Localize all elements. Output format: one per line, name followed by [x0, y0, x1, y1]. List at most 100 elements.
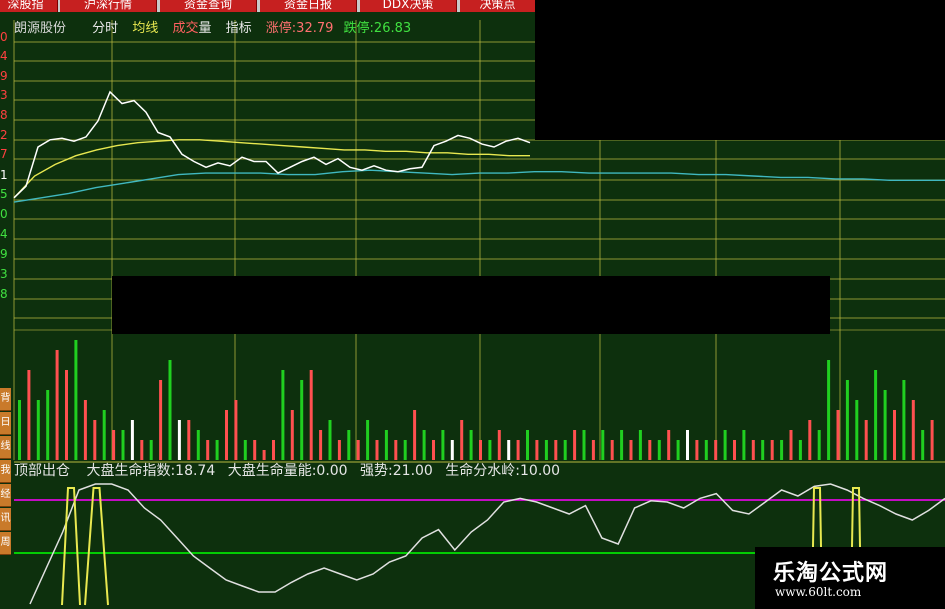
volume-bar-89: [855, 400, 859, 460]
watermark-url: www.60lt.com: [775, 585, 862, 599]
volume-bar-76: [733, 440, 736, 460]
volume-bar-41: [403, 440, 407, 460]
volume-bar-10: [112, 430, 116, 460]
tab-ddx-decision[interactable]: DDX决策: [360, 0, 457, 12]
volume-bar-58: [563, 440, 567, 460]
volume-bar-94: [902, 380, 906, 460]
side-button-2[interactable]: 线: [0, 436, 11, 459]
volume-bar-14: [149, 440, 153, 460]
volume-bar-17: [177, 420, 181, 460]
volume-bar-42: [413, 410, 417, 460]
volume-bar-69: [667, 430, 671, 460]
volume-bar-30: [300, 380, 304, 460]
volume-bar-47: [460, 420, 464, 460]
chart-window: 深股指 沪深行情 资金查询 资金日报 DDX决策 决策点 朗源股份 分时 均线 …: [0, 0, 945, 609]
volume-bar-87: [836, 410, 840, 460]
volume-bar-91: [874, 370, 878, 460]
indicator-header: 顶部出仓 大盘生命指数:18.74 大盘生命量能:0.00 强势:21.00 生…: [14, 462, 568, 480]
volume-bar-57: [554, 440, 558, 460]
volume-bar-32: [319, 430, 323, 460]
watershed-value: 生命分水岭:10.00: [445, 463, 561, 479]
top-signal-spike-0: [61, 487, 81, 606]
price-axis-label-1: 4: [0, 49, 8, 63]
volume-bar-35: [347, 430, 351, 460]
volume-bar-79: [761, 440, 765, 460]
volume-bar-46: [450, 440, 454, 460]
volume-bar-96: [921, 430, 925, 460]
side-button-6[interactable]: 周: [0, 532, 11, 555]
volume-bar-6: [74, 340, 78, 460]
volume-bar-64: [620, 430, 624, 460]
volume-bar-93: [893, 410, 896, 460]
indicator-label[interactable]: 指标: [226, 21, 252, 36]
volume-bar-29: [290, 410, 294, 460]
top-tab-bar: 深股指 沪深行情 资金查询 资金日报 DDX决策 决策点: [0, 0, 535, 12]
volume-bar-13: [140, 440, 144, 460]
tab-funds-daily[interactable]: 资金日报: [260, 0, 357, 12]
volume-bar-20: [206, 440, 210, 460]
volume-bar-26: [262, 450, 266, 460]
volume-bar-78: [751, 440, 755, 460]
tab-market[interactable]: 沪深行情: [60, 0, 157, 12]
volume-bar-80: [770, 440, 774, 460]
side-button-3[interactable]: 我: [0, 460, 11, 483]
price-axis-label-0: 0: [0, 30, 8, 44]
volume-bar-21: [215, 440, 219, 460]
volume-bar-66: [638, 430, 642, 460]
tab-decision-point[interactable]: 决策点: [460, 0, 535, 12]
chart-header: 朗源股份 分时 均线 成交量 指标 涨停:32.79 跌停:26.83: [14, 19, 421, 39]
volume-bar-74: [714, 440, 718, 460]
redacted-block-middle: [112, 276, 830, 334]
side-button-0[interactable]: 背: [0, 388, 11, 411]
volume-bar-70: [676, 440, 680, 460]
top-signal-spike-1: [84, 487, 109, 606]
average-line-label[interactable]: 均线: [132, 21, 158, 36]
volume-label-part1: 成交: [172, 21, 199, 36]
indicator-name: 顶部出仓: [14, 463, 70, 479]
volume-bar-31: [309, 370, 313, 460]
volume-bar-48: [469, 430, 473, 460]
volume-bar-95: [911, 400, 915, 460]
volume-bar-36: [356, 440, 360, 460]
volume-bar-25: [253, 440, 257, 460]
volume-bar-84: [808, 420, 812, 460]
price-axis-label-9: 0: [0, 207, 8, 221]
stock-name: 朗源股份: [14, 21, 67, 36]
volume-bar-49: [479, 440, 482, 460]
volume-label-part2: 量: [198, 21, 212, 36]
volume-bar-83: [798, 440, 802, 460]
volume-bar-23: [234, 400, 238, 460]
market-life-index: 大盘生命指数:18.74: [86, 463, 216, 479]
tab-index[interactable]: 深股指: [0, 0, 58, 12]
volume-bar-59: [573, 430, 577, 460]
stock-chart-canvas: [13, 0, 945, 606]
limit-up-price: 涨停:32.79: [265, 21, 334, 36]
volume-bar-50: [488, 440, 492, 460]
volume-bar-39: [384, 430, 388, 460]
volume-bar-60: [582, 430, 586, 460]
volume-bar-90: [864, 420, 868, 460]
limit-down-price: 跌停:26.83: [343, 21, 412, 36]
volume-bar-65: [629, 440, 633, 460]
tab-funds-query[interactable]: 资金查询: [160, 0, 257, 12]
volume-bar-45: [441, 430, 445, 460]
volume-bar-18: [187, 420, 191, 460]
side-button-5[interactable]: 讯: [0, 508, 11, 531]
intraday-label[interactable]: 分时: [92, 21, 118, 36]
side-button-1[interactable]: 日: [0, 412, 11, 435]
volume-bar-37: [366, 420, 370, 460]
volume-bar-54: [526, 430, 529, 460]
price-axis-label-13: 8: [0, 287, 8, 301]
volume-bar-27: [272, 440, 275, 460]
price-axis-label-6: 7: [0, 147, 8, 161]
volume-bar-97: [930, 420, 934, 460]
volume-bar-7: [83, 400, 87, 460]
volume-bar-1: [27, 370, 31, 460]
volume-bar-55: [535, 440, 539, 460]
side-button-4[interactable]: 经: [0, 484, 11, 507]
price-axis-label-5: 2: [0, 128, 8, 142]
volume-bar-33: [328, 420, 332, 460]
price-axis-label-11: 9: [0, 247, 8, 261]
volume-bar-5: [65, 370, 68, 460]
volume-label[interactable]: 成交量: [172, 21, 211, 36]
